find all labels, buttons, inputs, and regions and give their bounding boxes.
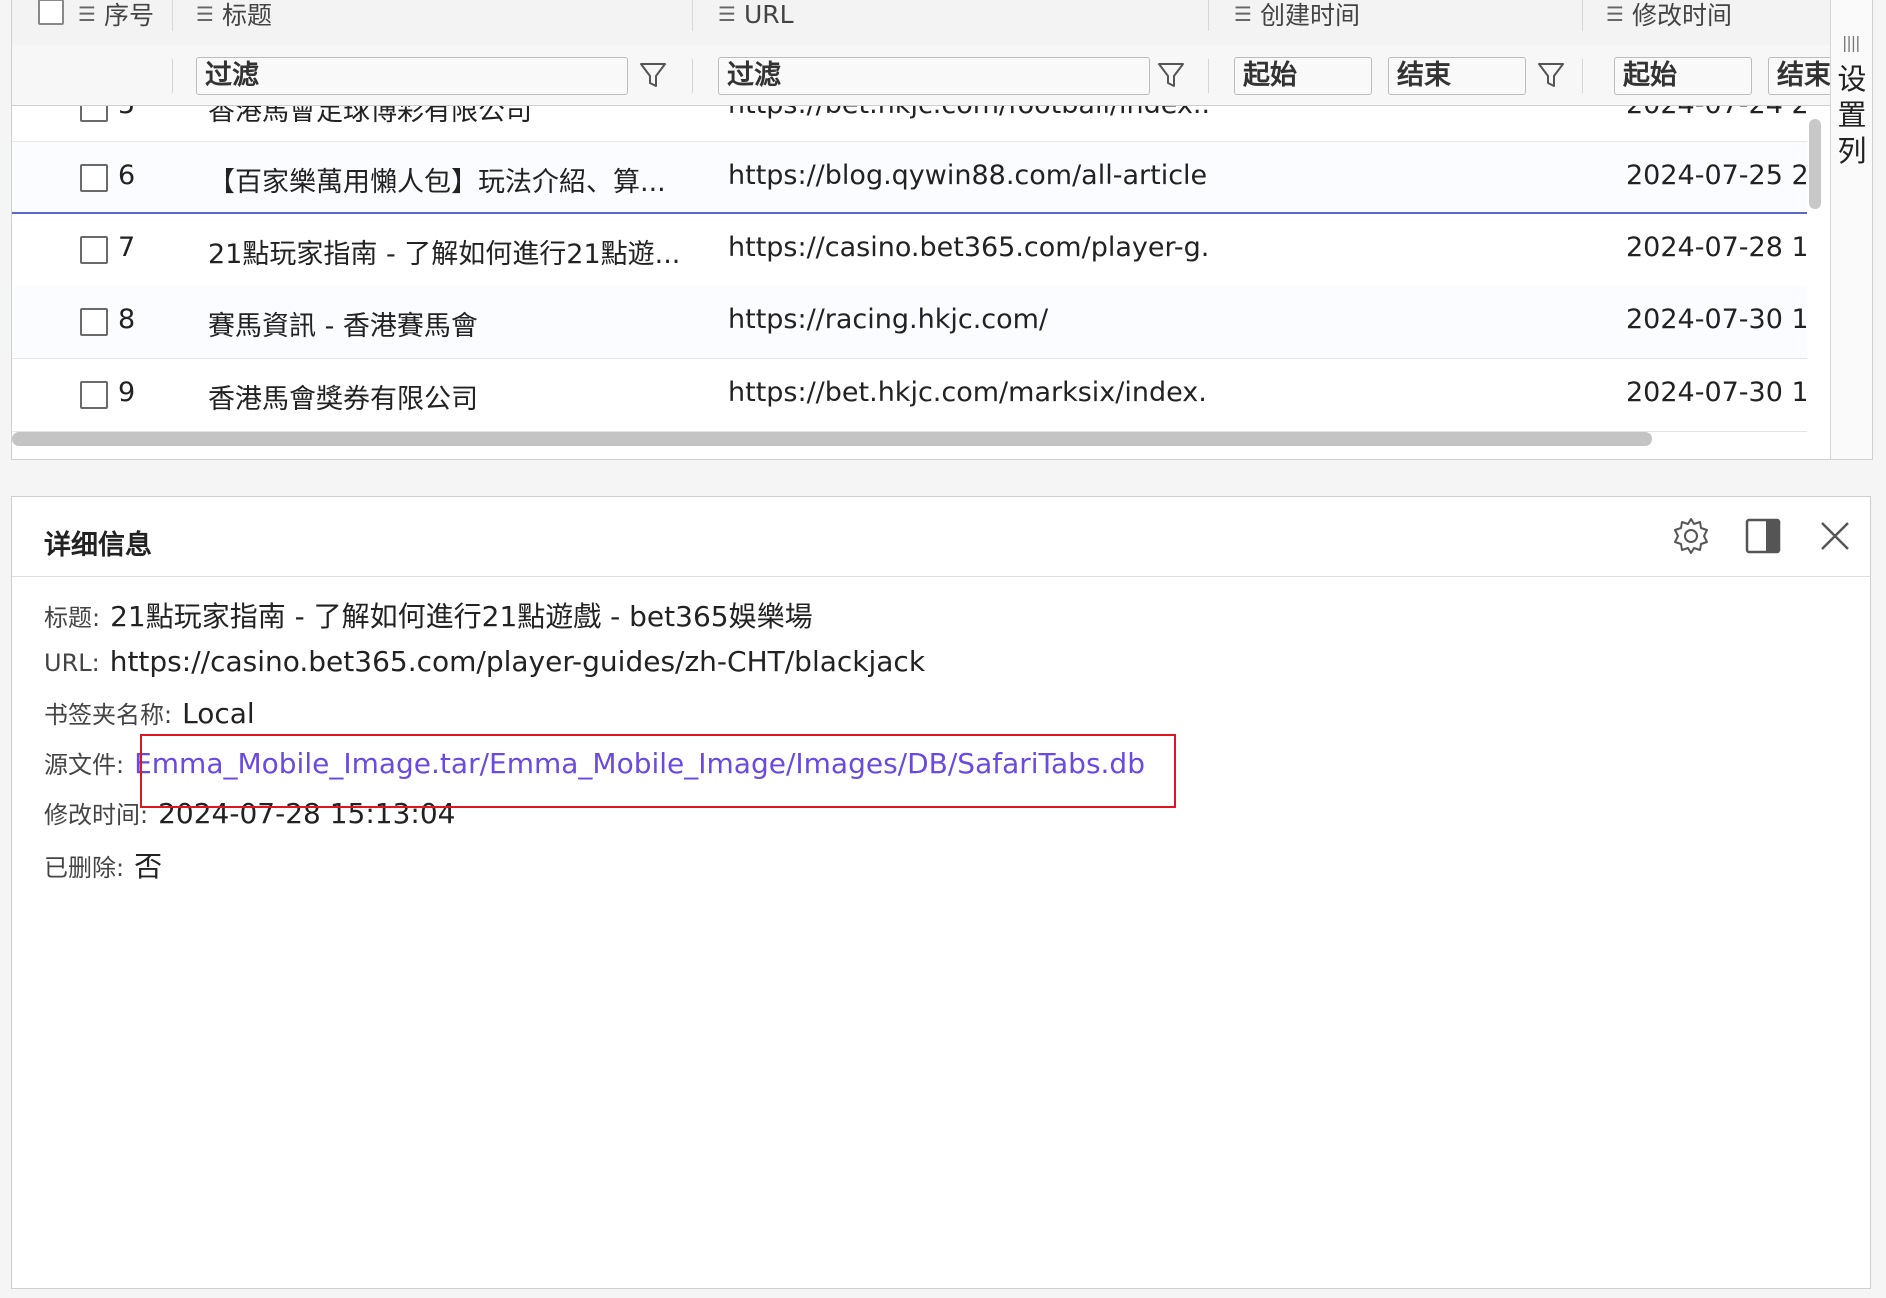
row-index: 6 [118,160,136,191]
field-value: 否 [134,850,163,883]
column-settings-tab[interactable]: |||| 设置列 [1830,0,1872,459]
row-url: https://blog.qywin88.com/all-article... [728,160,1208,191]
row-url: https://racing.hkjc.com/ [728,304,1049,335]
filter-icon[interactable] [638,59,668,91]
column-header-modified[interactable]: ☰ 修改时间 [1606,0,1732,33]
column-divider [1208,59,1209,93]
row-url: https://bet.hkjc.com/marksix/index.a... [728,377,1208,408]
created-start-placeholder: 起始 [1243,60,1297,91]
row-title: 21點玩家指南 - 了解如何進行21點遊... [208,239,678,270]
column-header-created-label: 创建时间 [1259,1,1360,30]
row-index: 8 [118,304,136,335]
row-url: https://bet.hkjc.com/football/index.... [728,106,1208,120]
modified-start-date-input[interactable]: 起始 [1614,57,1752,95]
column-menu-icon[interactable]: ☰ [1606,2,1624,26]
field-value: 21點玩家指南 - 了解如何進行21點遊戲 - bet365娛樂場 [110,600,813,633]
row-url: https://casino.bet365.com/player-g... [728,232,1208,263]
column-header-index[interactable]: ☰ 序号 [78,0,154,33]
table-row[interactable]: 6 【百家樂萬用懶人包】玩法介紹、算... https://blog.qywin… [12,142,1807,215]
row-title: 賽馬資訊 - 香港賽馬會 [208,311,478,342]
close-icon[interactable] [1814,515,1856,557]
title-filter-placeholder: 过滤 [205,60,259,91]
title-filter-input[interactable]: 过滤 [196,57,628,95]
detail-field-url: URL: https://casino.bet365.com/player-gu… [44,645,925,685]
row-title: 【百家樂萬用懶人包】玩法介紹、算... [208,167,666,198]
select-all-checkbox[interactable] [38,0,64,25]
table-row-selected[interactable]: 7 21點玩家指南 - 了解如何進行21點遊... https://casino… [12,212,1807,288]
filter-icon[interactable] [1536,59,1566,91]
row-modified: 2024-07-30 15 [1626,304,1806,335]
field-value: https://casino.bet365.com/player-guides/… [109,645,926,678]
detail-panel: 详细信息 标题: 21點玩家指南 - 了解如何進行21點遊戲 - bet365娛… [11,496,1871,1289]
row-title: 香港馬會足球博彩有限公司 [208,106,532,127]
url-filter-input[interactable]: 过滤 [718,57,1150,95]
column-menu-icon[interactable]: ☰ [718,2,736,26]
detail-field-deleted: 已删除: 否 [44,845,162,885]
url-filter-placeholder: 过滤 [727,60,781,91]
filter-icon[interactable] [1156,59,1186,91]
field-label: URL: [44,649,100,677]
row-index: 7 [118,232,136,263]
column-header-modified-label: 修改时间 [1631,1,1732,30]
created-end-date-input[interactable]: 结束 [1388,57,1526,95]
field-label: 源文件: [44,751,125,779]
table-row[interactable]: 8 賽馬資訊 - 香港賽馬會 https://racing.hkjc.com/ … [12,286,1807,359]
grid-body: 5 香港馬會足球博彩有限公司 https://bet.hkjc.com/foot… [12,106,1830,441]
column-header-url-label: URL [743,0,794,29]
modified-end-placeholder: 结束 [1777,60,1831,91]
column-header-url[interactable]: ☰ URL [718,0,794,33]
column-menu-icon[interactable]: ☰ [78,2,96,26]
highlight-box [140,734,1176,808]
column-divider[interactable] [1582,0,1583,31]
column-settings-label: 设置列 [1837,62,1867,168]
column-divider [172,59,173,93]
field-label: 标题: [44,604,101,632]
row-modified: 2024-07-24 22 [1626,106,1806,120]
detail-header: 详细信息 [12,497,1870,577]
column-header-index-label: 序号 [103,1,154,30]
column-menu-icon[interactable]: ☰ [196,2,214,26]
row-checkbox[interactable] [80,164,108,192]
column-header-title-label: 标题 [221,1,272,30]
column-divider[interactable] [172,0,173,31]
row-modified: 2024-07-28 15 [1626,232,1806,263]
filter-row: 过滤 过滤 起始 结束 起始 结束 [12,45,1848,106]
created-start-date-input[interactable]: 起始 [1234,57,1372,95]
detail-field-folder: 书签夹名称: Local [44,695,255,735]
field-label: 书签夹名称: [44,701,173,729]
row-checkbox[interactable] [80,381,108,409]
column-menu-icon[interactable]: ☰ [1234,2,1252,26]
created-end-placeholder: 结束 [1397,60,1451,91]
grip-icon: |||| [1842,33,1861,52]
detail-field-title: 标题: 21點玩家指南 - 了解如何進行21點遊戲 - bet365娛樂場 [44,595,813,635]
grid-header-row: ☰ 序号 ☰ 标题 ☰ URL ☰ 创建时间 ☰ 修改时间 [12,0,1830,46]
vertical-scrollbar[interactable] [1809,119,1821,209]
row-checkbox[interactable] [80,106,108,122]
bookmark-grid: ☰ 序号 ☰ 标题 ☰ URL ☰ 创建时间 ☰ 修改时间 过滤 过滤 起始 结… [11,0,1873,460]
field-value: Local [182,697,255,730]
row-checkbox[interactable] [80,308,108,336]
row-index: 9 [118,377,136,408]
row-modified: 2024-07-25 23 [1626,160,1806,191]
column-header-title[interactable]: ☰ 标题 [196,0,272,33]
table-row[interactable]: 5 香港馬會足球博彩有限公司 https://bet.hkjc.com/foot… [12,106,1807,142]
table-row[interactable]: 9 香港馬會獎券有限公司 https://bet.hkjc.com/marksi… [12,359,1807,432]
gear-icon[interactable] [1670,515,1712,557]
field-label: 已删除: [44,854,125,882]
column-divider[interactable] [1208,0,1209,31]
split-view-icon[interactable] [1742,515,1784,557]
column-divider [1582,59,1583,93]
detail-title: 详细信息 [44,530,152,561]
row-index: 5 [118,106,135,120]
row-title: 香港馬會獎券有限公司 [208,384,478,415]
column-divider [692,59,693,93]
horizontal-scrollbar[interactable] [12,432,1652,446]
column-header-created[interactable]: ☰ 创建时间 [1234,0,1360,33]
modified-start-placeholder: 起始 [1623,60,1677,91]
field-label: 修改时间: [44,801,149,829]
row-checkbox[interactable] [80,236,108,264]
row-modified: 2024-07-30 15 [1626,377,1806,408]
column-divider[interactable] [692,0,693,31]
